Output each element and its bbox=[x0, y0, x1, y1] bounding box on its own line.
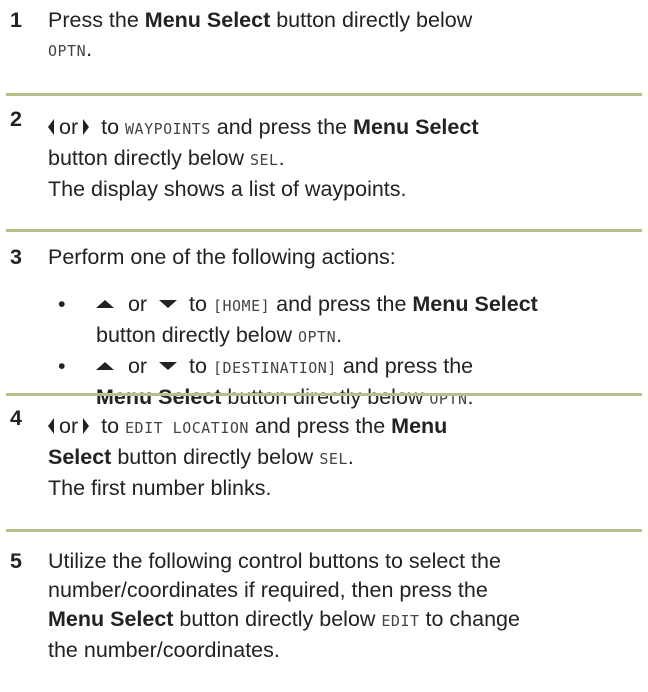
down-arrow-icon bbox=[159, 300, 178, 308]
text: button directly below bbox=[173, 607, 382, 631]
text: button directly below bbox=[270, 8, 473, 32]
lcd-text: SEL bbox=[249, 151, 279, 169]
menu-select-label: Select bbox=[48, 445, 112, 469]
menu-select-label: Menu Select bbox=[353, 115, 479, 139]
down-arrow-icon bbox=[159, 362, 178, 370]
text: to bbox=[95, 115, 126, 139]
bullet: • bbox=[58, 354, 66, 378]
result-text: The first number blinks. bbox=[48, 476, 272, 500]
text: Utilize the following control buttons to… bbox=[48, 549, 501, 573]
text: . bbox=[336, 323, 343, 347]
menu-select-label: Menu Select bbox=[144, 8, 271, 32]
lcd-text: OPTN bbox=[48, 42, 87, 60]
text: Press the bbox=[48, 8, 145, 32]
step-number: 2 bbox=[10, 107, 22, 131]
step-text: or to WAYPOINTS and press the Menu Selec… bbox=[48, 113, 643, 204]
step-text: or to EDIT LOCATION and press the Menu S… bbox=[48, 412, 643, 503]
step-text: Perform one of the following actions: bbox=[48, 243, 643, 272]
text: button directly below bbox=[96, 323, 298, 347]
text: and press the bbox=[336, 354, 474, 378]
text: to bbox=[183, 354, 213, 378]
result-text: The display shows a list of waypoints. bbox=[48, 177, 407, 201]
step-number: 3 bbox=[10, 245, 22, 269]
step-number: 4 bbox=[10, 406, 22, 430]
text: to bbox=[183, 292, 213, 316]
text: the number/coordinates. bbox=[48, 638, 280, 662]
sub-step: or to [DESTINATION] and press the Menu S… bbox=[96, 352, 646, 414]
menu-select-label: Menu Select bbox=[96, 385, 222, 409]
lcd-text: EDIT bbox=[381, 612, 420, 630]
text: or bbox=[59, 115, 79, 139]
text: . bbox=[86, 37, 93, 61]
text: and press the bbox=[248, 414, 392, 438]
text: Perform one of the following actions: bbox=[48, 245, 396, 269]
lcd-text: EDIT LOCATION bbox=[125, 419, 249, 437]
lcd-text: SEL bbox=[319, 450, 348, 468]
text: and press the bbox=[270, 292, 413, 316]
step-text: Press the Menu Select button directly be… bbox=[48, 6, 643, 66]
left-arrow-icon bbox=[48, 418, 54, 434]
menu-select-label: Menu Select bbox=[412, 292, 538, 316]
sub-step: or to [HOME] and press the Menu Select b… bbox=[96, 290, 646, 352]
text: or bbox=[122, 292, 154, 316]
text: . bbox=[278, 146, 285, 170]
text: button directly below bbox=[48, 146, 250, 170]
divider bbox=[6, 93, 642, 96]
text: button directly below bbox=[221, 385, 430, 409]
menu-select-label: Menu Select bbox=[48, 607, 174, 631]
step-text: Utilize the following control buttons to… bbox=[48, 547, 643, 665]
up-arrow-icon bbox=[96, 300, 114, 308]
lcd-text: OPTN bbox=[297, 328, 337, 346]
text: or bbox=[59, 414, 79, 438]
lcd-text: WAYPOINTS bbox=[125, 120, 211, 138]
step-number: 1 bbox=[10, 8, 22, 32]
bullet: • bbox=[58, 292, 66, 316]
divider bbox=[6, 529, 642, 532]
left-arrow-icon bbox=[48, 119, 54, 135]
lcd-text: [DESTINATION] bbox=[212, 359, 337, 377]
text: . bbox=[347, 445, 354, 469]
right-arrow-icon bbox=[83, 119, 90, 135]
text: or bbox=[122, 354, 154, 378]
divider bbox=[6, 393, 642, 396]
lcd-text: [HOME] bbox=[212, 297, 271, 315]
right-arrow-icon bbox=[83, 418, 90, 434]
text: to change bbox=[419, 607, 520, 631]
text: to bbox=[95, 414, 126, 438]
text: . bbox=[467, 385, 474, 409]
menu-select-label: Menu bbox=[391, 414, 448, 438]
divider bbox=[6, 229, 642, 232]
text: and press the bbox=[210, 115, 354, 139]
step-number: 5 bbox=[10, 549, 22, 573]
up-arrow-icon bbox=[96, 362, 114, 370]
text: number/coordinates if required, then pre… bbox=[48, 578, 488, 602]
text: button directly below bbox=[111, 445, 320, 469]
